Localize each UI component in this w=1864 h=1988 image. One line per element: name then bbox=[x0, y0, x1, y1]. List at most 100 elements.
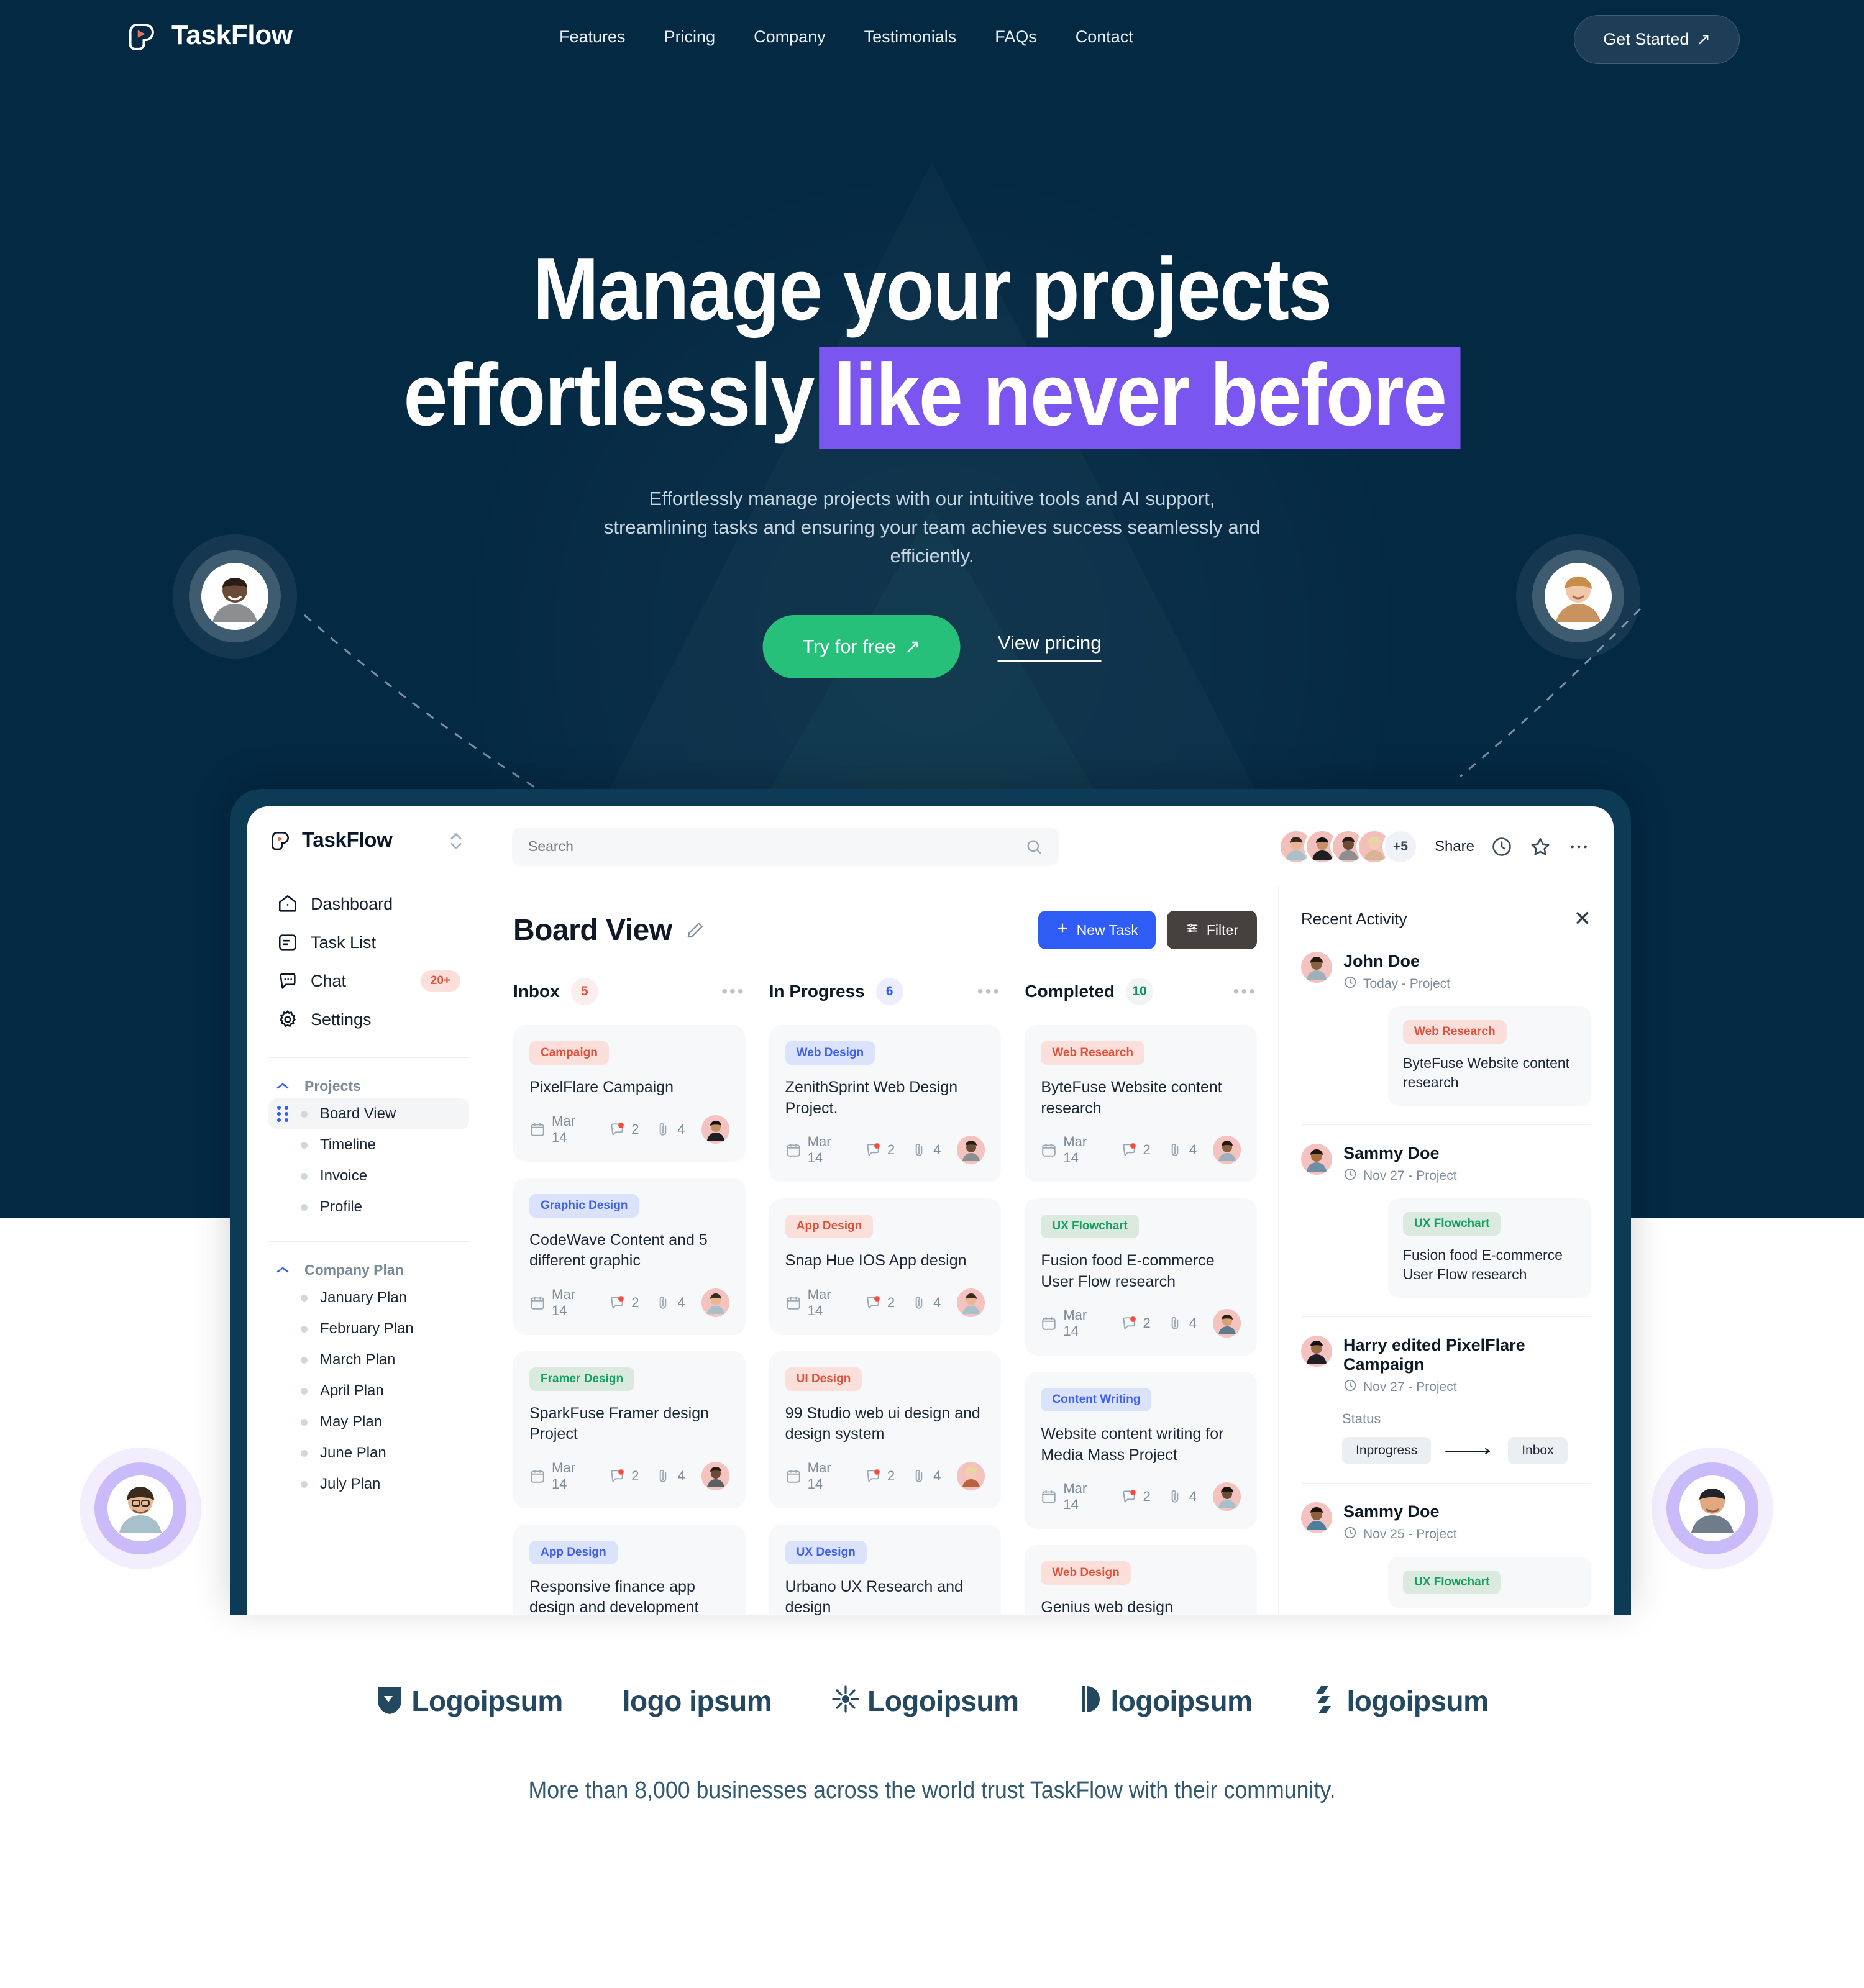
sidebar-item-invoice[interactable]: Invoice bbox=[268, 1160, 469, 1192]
get-started-button[interactable]: Get Started ↗ bbox=[1574, 15, 1740, 64]
activity-card[interactable]: Web Research ByteFuse Website content re… bbox=[1388, 1006, 1591, 1106]
task-card[interactable]: App Design Snap Hue IOS App design Mar 1… bbox=[769, 1198, 1002, 1335]
activity-card[interactable]: UX Flowchart bbox=[1388, 1557, 1591, 1608]
sidebar-item-board-view[interactable]: Board View bbox=[268, 1098, 469, 1129]
avatar bbox=[1301, 952, 1332, 983]
bullet-icon bbox=[301, 1172, 308, 1180]
sidebar-item-march-plan[interactable]: March Plan bbox=[268, 1344, 469, 1375]
nav-link-features[interactable]: Features bbox=[559, 27, 626, 47]
share-button[interactable]: Share bbox=[1435, 838, 1474, 855]
task-attachments: 4 bbox=[1167, 1315, 1197, 1331]
task-card[interactable]: Web Design ZenithSprint Web Design Proje… bbox=[769, 1025, 1002, 1182]
comment-count: 2 bbox=[1143, 1489, 1151, 1504]
new-task-button[interactable]: New Task bbox=[1038, 911, 1156, 949]
task-card[interactable]: Framer Design SparkFuse Framer design Pr… bbox=[513, 1351, 746, 1508]
task-card[interactable]: UI Design 99 Studio web ui design and de… bbox=[769, 1351, 1002, 1508]
more-horizontal-icon[interactable]: ••• bbox=[977, 982, 1001, 1001]
sidebar-item-dashboard[interactable]: Dashboard bbox=[268, 885, 469, 923]
task-card[interactable]: UX Flowchart Fusion food E-commerce User… bbox=[1025, 1198, 1258, 1356]
date-label: Mar 14 bbox=[1063, 1480, 1087, 1512]
more-horizontal-icon[interactable] bbox=[1568, 836, 1590, 858]
activity-item[interactable]: Harry edited PixelFlare Campaign Nov 27 … bbox=[1301, 1336, 1591, 1484]
avatar-group[interactable]: +5 bbox=[1277, 828, 1419, 865]
chevron-up-icon bbox=[275, 1078, 291, 1095]
nav-link-faqs[interactable]: FAQs bbox=[995, 27, 1037, 47]
sidebar-item-task-list[interactable]: Task List bbox=[268, 923, 469, 962]
logo-label: Logoipsum bbox=[411, 1684, 563, 1717]
nav-link-company[interactable]: Company bbox=[754, 27, 826, 47]
search-input[interactable] bbox=[528, 838, 1017, 855]
sidebar-item-may-plan[interactable]: May Plan bbox=[268, 1407, 469, 1438]
comment-icon bbox=[609, 1468, 625, 1484]
task-date: Mar 14 bbox=[1041, 1480, 1104, 1513]
task-card[interactable]: UX Design Urbano UX Research and design … bbox=[769, 1524, 1002, 1615]
sidebar-item-profile[interactable]: Profile bbox=[268, 1192, 469, 1223]
task-chip: Framer Design bbox=[529, 1367, 635, 1391]
bullet-icon bbox=[301, 1325, 308, 1333]
close-icon[interactable]: ✕ bbox=[1574, 908, 1592, 929]
attachment-count: 4 bbox=[933, 1142, 941, 1157]
brand-logo-group[interactable]: TaskFlow bbox=[124, 17, 293, 53]
drag-handle-icon[interactable] bbox=[277, 1106, 290, 1122]
task-card[interactable]: App Design Responsive finance app design… bbox=[513, 1524, 746, 1615]
activity-item[interactable]: Sammy Doe Nov 25 - Project UX Flowchart bbox=[1301, 1502, 1591, 1615]
sidebar-item-timeline[interactable]: Timeline bbox=[268, 1129, 469, 1160]
plus-icon bbox=[1056, 921, 1069, 939]
nav-link-pricing[interactable]: Pricing bbox=[664, 27, 716, 47]
hero-subheading: Effortlessly manage projects with our in… bbox=[603, 488, 1261, 567]
kanban-board: Board View New Task Filter Inbox 5 ••• C… bbox=[488, 887, 1278, 1615]
logo-item: logo ipsum bbox=[623, 1684, 772, 1718]
sidebar-subitem-label: January Plan bbox=[320, 1289, 408, 1306]
clock-icon[interactable] bbox=[1491, 836, 1513, 858]
sidebar-brand[interactable]: TaskFlow bbox=[268, 828, 469, 852]
top-navigation: TaskFlow Features Pricing Company Testim… bbox=[0, 0, 1864, 87]
clock-icon bbox=[1343, 1526, 1357, 1543]
sidebar-item-january-plan[interactable]: January Plan bbox=[268, 1282, 469, 1313]
view-pricing-link[interactable]: View pricing bbox=[997, 632, 1102, 662]
sidebar-item-april-plan[interactable]: April Plan bbox=[268, 1375, 469, 1407]
task-comments: 2 bbox=[609, 1121, 639, 1138]
sidebar-group-projects[interactable]: Projects bbox=[268, 1074, 469, 1098]
nav-link-testimonials[interactable]: Testimonials bbox=[864, 27, 957, 47]
avatar bbox=[1301, 1144, 1332, 1175]
chevron-up-down-icon[interactable] bbox=[445, 829, 467, 854]
task-card[interactable]: Web Design Genius web design Mar 14 bbox=[1025, 1545, 1258, 1615]
attachment-count: 4 bbox=[933, 1467, 941, 1484]
task-chip: UI Design bbox=[785, 1367, 862, 1391]
sidebar-item-june-plan[interactable]: June Plan bbox=[268, 1438, 469, 1469]
filter-button[interactable]: Filter bbox=[1166, 911, 1257, 949]
paperclip-icon bbox=[911, 1295, 927, 1311]
nav-link-contact[interactable]: Contact bbox=[1076, 27, 1133, 47]
sidebar-item-settings[interactable]: Settings bbox=[268, 1000, 469, 1039]
activity-card[interactable]: UX Flowchart Fusion food E-commerce User… bbox=[1388, 1198, 1591, 1298]
activity-item[interactable]: Sammy Doe Nov 27 - Project UX Flowchart … bbox=[1301, 1144, 1591, 1318]
activity-user-name: Sammy Doe bbox=[1343, 1144, 1440, 1163]
task-card[interactable]: Graphic Design CodeWave Content and 5 di… bbox=[513, 1177, 746, 1335]
star-icon[interactable] bbox=[1529, 836, 1551, 858]
task-card[interactable]: Web Research ByteFuse Website content re… bbox=[1025, 1025, 1258, 1182]
avatar-overflow-count[interactable]: +5 bbox=[1382, 828, 1419, 865]
comment-count: 2 bbox=[887, 1467, 895, 1484]
sidebar-item-july-plan[interactable]: July Plan bbox=[268, 1469, 469, 1500]
task-title: CodeWave Content and 5 different graphic bbox=[529, 1231, 708, 1270]
edit-pencil-icon[interactable] bbox=[686, 921, 705, 939]
arrow-right-icon bbox=[1445, 1447, 1494, 1455]
more-horizontal-icon[interactable]: ••• bbox=[721, 982, 745, 1001]
task-chip: UX Flowchart bbox=[1041, 1215, 1139, 1238]
more-horizontal-icon[interactable]: ••• bbox=[1233, 982, 1257, 1001]
sidebar-item-label: Task List bbox=[311, 932, 377, 952]
task-card[interactable]: Content Writing Website content writing … bbox=[1025, 1372, 1258, 1529]
assignee-avatar bbox=[701, 1115, 729, 1144]
try-for-free-button[interactable]: Try for free ↗ bbox=[762, 615, 961, 678]
search-icon bbox=[1025, 838, 1043, 855]
activity-item[interactable]: John Doe Today - Project Web Research By… bbox=[1301, 952, 1591, 1126]
assignee-avatar bbox=[701, 1288, 729, 1317]
sidebar-item-chat[interactable]: Chat 20+ bbox=[268, 962, 469, 1000]
task-comments: 2 bbox=[609, 1295, 639, 1311]
task-card[interactable]: Campaign PixelFlare Campaign Mar 14 2 4 bbox=[513, 1025, 746, 1162]
task-date: Mar 14 bbox=[529, 1113, 593, 1146]
sidebar-item-february-plan[interactable]: February Plan bbox=[268, 1313, 469, 1344]
search-box[interactable] bbox=[512, 827, 1059, 866]
sidebar-group-company-plan[interactable]: Company Plan bbox=[268, 1258, 469, 1282]
avatar bbox=[1301, 1336, 1332, 1367]
